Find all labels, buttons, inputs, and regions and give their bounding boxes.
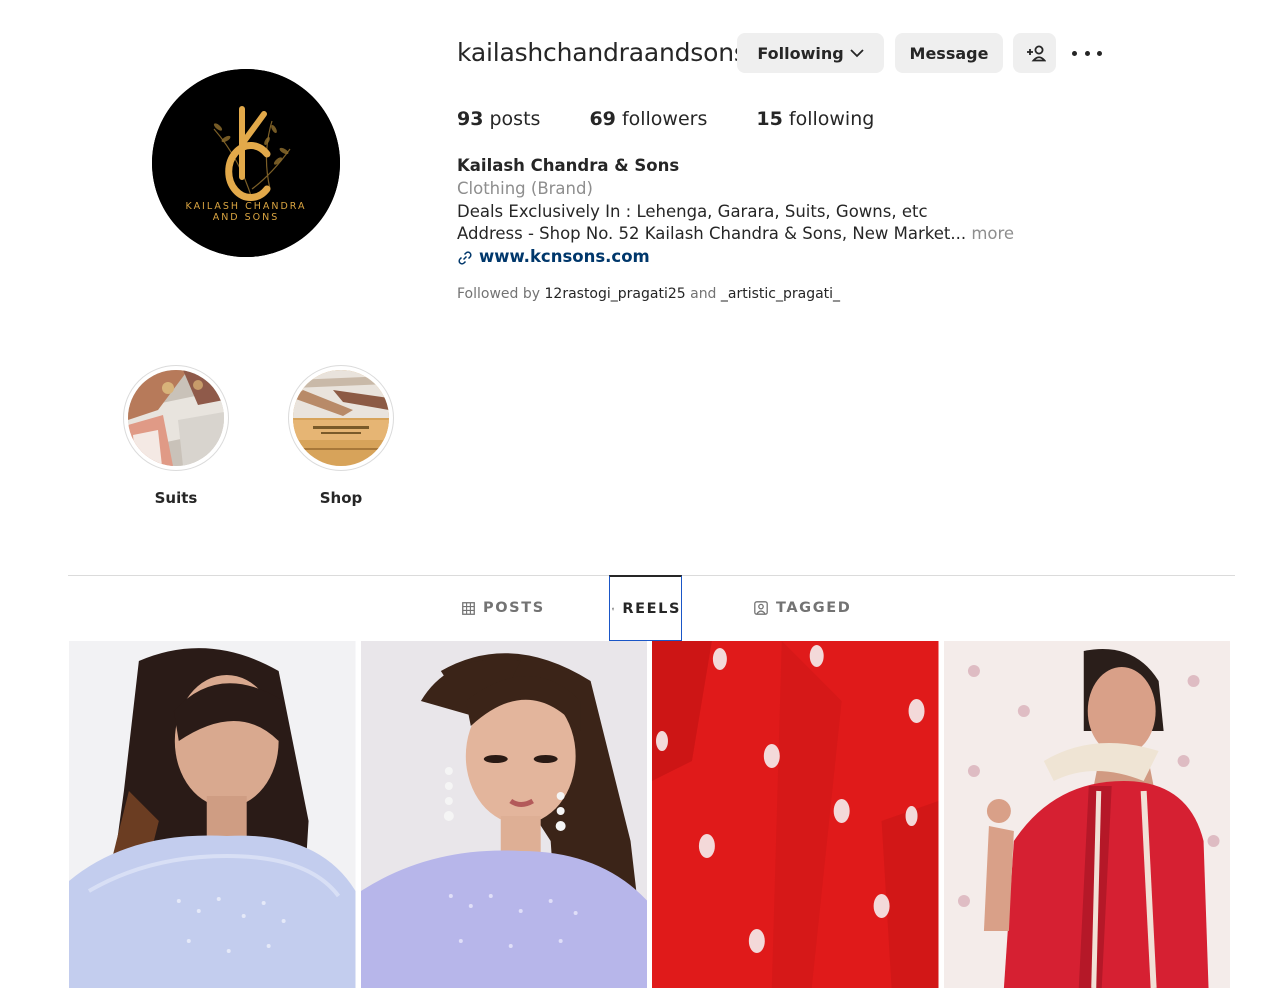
reel-thumbnail	[360, 641, 647, 988]
followers-label: followers	[621, 108, 708, 130]
highlight-shop-thumbnail	[293, 370, 389, 466]
followers-count-stat[interactable]: 69 followers	[589, 108, 707, 130]
followed-by-prefix: Followed by	[457, 286, 541, 302]
followed-by-user-2[interactable]: _artistic_pragati_	[721, 286, 840, 302]
link-icon	[458, 251, 472, 265]
profile-avatar[interactable]: KAILASH CHANDRA AND SONS	[152, 69, 340, 257]
message-button[interactable]: Message	[895, 33, 1003, 73]
profile-category: Clothing (Brand)	[457, 178, 593, 198]
posts-count: 93	[457, 108, 484, 130]
reel-thumbnail	[69, 641, 356, 988]
highlight-label: Suits	[154, 489, 198, 507]
following-button[interactable]: Following	[737, 33, 884, 73]
reel-tile[interactable]	[943, 641, 1230, 988]
grid-icon	[462, 601, 475, 615]
profile-stats: 93 posts 69 followers 15 following	[457, 108, 874, 130]
profile-username: kailashchandraandsons	[457, 38, 747, 67]
profile-full-name: Kailash Chandra & Sons	[457, 156, 680, 175]
profile-tabs: POSTS REELS TAGGED	[0, 575, 1280, 641]
highlight-shop[interactable]: Shop	[288, 365, 394, 507]
following-count: 15	[756, 108, 783, 130]
bio-more-link[interactable]: more	[971, 224, 1014, 243]
logo-text-line2: AND SONS	[213, 212, 280, 223]
chevron-down-icon	[850, 48, 864, 57]
followed-by-text[interactable]: Followed by 12rastogi_pragati25 and _art…	[457, 286, 840, 302]
tagged-user-icon	[754, 601, 768, 615]
tab-posts-label: POSTS	[483, 600, 545, 616]
message-button-label: Message	[909, 43, 989, 63]
followers-count: 69	[589, 108, 616, 130]
bio-line-2-wrap: Address - Shop No. 52 Kailash Chandra & …	[457, 223, 1014, 246]
reels-icon	[612, 607, 615, 610]
reel-tile[interactable]	[360, 641, 647, 988]
website-text: www.kcnsons.com	[479, 247, 650, 267]
logo-text-line1: KAILASH CHANDRA	[186, 201, 307, 212]
highlight-suits[interactable]: Suits	[123, 365, 229, 507]
following-button-label: Following	[757, 43, 844, 63]
posts-label: posts	[489, 108, 541, 130]
following-label: following	[788, 108, 875, 130]
tab-tagged[interactable]: TAGGED	[754, 575, 851, 641]
reel-thumbnail	[943, 641, 1230, 988]
followed-by-and: and	[690, 286, 717, 302]
highlight-suits-thumbnail	[128, 370, 224, 466]
tab-reels[interactable]: REELS	[609, 575, 682, 641]
highlight-label: Shop	[319, 489, 363, 507]
more-options-icon[interactable]	[1072, 44, 1102, 62]
highlight-ring	[288, 365, 394, 471]
bio-line-1: Deals Exclusively In : Lehenga, Garara, …	[457, 201, 928, 221]
followed-by-user-1[interactable]: 12rastogi_pragati25	[545, 286, 686, 302]
add-user-icon	[1026, 45, 1046, 62]
suggest-users-button[interactable]	[1013, 33, 1056, 73]
reels-grid	[69, 641, 1230, 988]
profile-website-link[interactable]: www.kcnsons.com	[457, 246, 1014, 269]
tab-tagged-label: TAGGED	[776, 600, 852, 616]
reel-thumbnail	[652, 641, 939, 988]
reel-tile[interactable]	[652, 641, 939, 988]
profile-bio: Kailash Chandra & Sons Clothing (Brand) …	[457, 155, 1014, 269]
following-count-stat[interactable]: 15 following	[756, 108, 874, 130]
tab-posts[interactable]: POSTS	[462, 575, 545, 641]
bio-line-2: Address - Shop No. 52 Kailash Chandra & …	[457, 224, 967, 244]
brand-logo: KAILASH CHANDRA AND SONS	[152, 69, 340, 257]
highlight-ring	[123, 365, 229, 471]
posts-count-stat: 93 posts	[457, 108, 540, 130]
tab-reels-label: REELS	[622, 600, 681, 617]
reel-tile[interactable]	[69, 641, 356, 988]
